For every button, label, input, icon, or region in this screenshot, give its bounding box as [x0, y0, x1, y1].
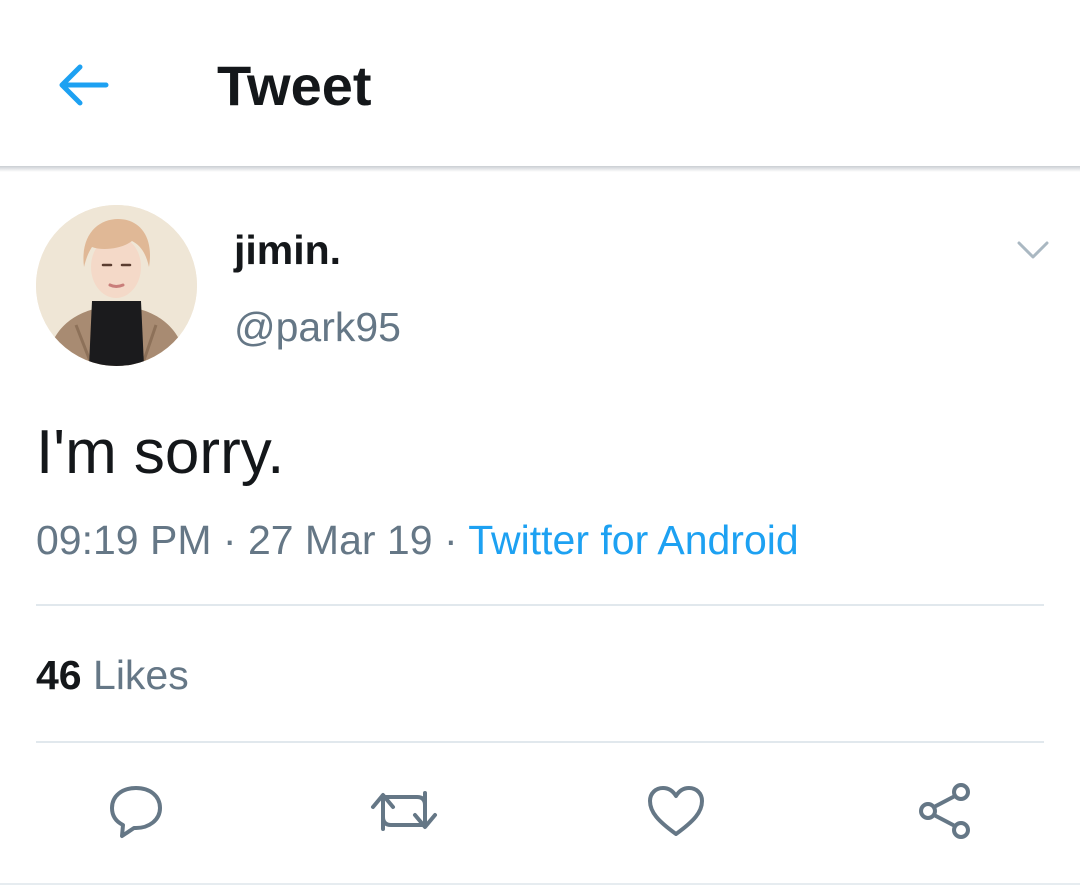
likes-label: Likes	[93, 652, 189, 698]
divider	[36, 741, 1044, 743]
retweet-button[interactable]	[369, 776, 439, 846]
tweet-date: 27 Mar 19	[247, 517, 433, 563]
avatar[interactable]	[36, 205, 197, 366]
top-app-bar: Tweet	[0, 0, 1080, 168]
divider	[0, 883, 1080, 885]
meta-separator: ·	[211, 517, 248, 563]
speech-bubble-icon	[110, 786, 162, 838]
likes-count: 46	[36, 652, 82, 698]
share-nodes-icon	[919, 783, 970, 839]
avatar-photo	[36, 205, 197, 366]
header-divider	[0, 166, 1080, 172]
chevron-down-icon	[1017, 241, 1049, 259]
author-handle[interactable]: @park95	[234, 302, 401, 352]
heart-icon	[648, 786, 704, 836]
tweet-meta: 09:19 PM · 27 Mar 19 · Twitter for Andro…	[36, 514, 799, 566]
tweet-options-button[interactable]	[1008, 228, 1058, 272]
divider	[36, 604, 1044, 606]
share-button[interactable]	[910, 776, 980, 846]
tweet-time: 09:19 PM	[36, 517, 212, 563]
like-button[interactable]	[641, 776, 711, 846]
page-title: Tweet	[217, 54, 372, 117]
reply-button[interactable]	[101, 776, 171, 846]
retweet-arrows-icon	[371, 791, 437, 831]
arrow-left-icon	[59, 64, 109, 106]
tweet-source-link[interactable]: Twitter for Android	[468, 517, 798, 563]
likes-stat[interactable]: 46 Likes	[36, 648, 189, 702]
author-display-name[interactable]: jimin.	[234, 224, 341, 276]
back-button[interactable]	[50, 55, 116, 115]
meta-separator: ·	[432, 517, 469, 563]
tweet-detail-screen: Tweet jimin. @park95 I'm sorry. 09:19 PM…	[0, 0, 1080, 889]
tweet-text: I'm sorry.	[36, 418, 285, 487]
